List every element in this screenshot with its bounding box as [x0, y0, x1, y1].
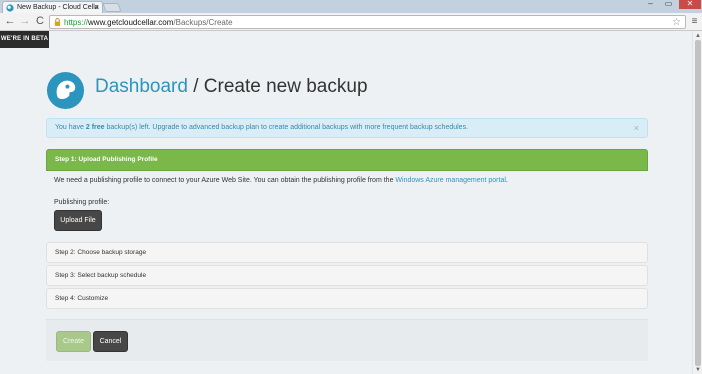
window-close-button[interactable]: ✕: [679, 0, 701, 9]
back-arrow-icon[interactable]: ←: [3, 14, 17, 29]
url-scheme: https://: [64, 18, 89, 27]
alert-free-count: 2 free: [85, 124, 105, 131]
step-2-header[interactable]: Step 2: Choose backup storage: [46, 242, 648, 263]
step-1-description: We need a publishing profile to connect …: [54, 177, 508, 184]
url-host: www.getcloudcellar.com: [88, 18, 174, 27]
cloudcellar-logo-icon: [46, 71, 85, 110]
breadcrumb-separator: /: [187, 76, 204, 97]
azure-portal-link[interactable]: Windows Azure management portal: [395, 177, 506, 184]
browser-menu-icon[interactable]: ≡: [689, 15, 700, 29]
window-maximize-button[interactable]: ▭: [661, 0, 676, 9]
cancel-button[interactable]: Cancel: [93, 331, 128, 352]
alert-text-suffix: backup(s) left. Upgrade to advanced back…: [104, 124, 469, 131]
page-title-text: Create new backup: [203, 76, 368, 97]
browser-tab[interactable]: New Backup - Cloud Cella ×: [2, 1, 103, 13]
page-content: WE'RE IN BETA Dashboard / Create new bac…: [0, 31, 692, 374]
scrollbar-thumb[interactable]: [695, 40, 701, 366]
step-1-description-text: We need a publishing profile to connect …: [54, 177, 396, 184]
reload-icon[interactable]: C: [33, 14, 47, 29]
new-tab-button[interactable]: [102, 3, 122, 12]
vertical-scrollbar[interactable]: ▲ ▼: [692, 31, 702, 374]
forward-arrow-icon[interactable]: →: [18, 14, 32, 29]
step-3-header[interactable]: Step 3: Select backup schedule: [46, 265, 648, 286]
window-minimize-button[interactable]: –: [643, 0, 658, 9]
form-actions: Create Cancel: [46, 319, 648, 361]
browser-toolbar: ← → C https://www.getcloudcellar.com/Bac…: [0, 13, 702, 31]
beta-banner: WE'RE IN BETA: [0, 31, 49, 48]
step-4-header[interactable]: Step 4: Customize: [46, 288, 648, 309]
scroll-down-arrow-icon[interactable]: ▼: [695, 367, 701, 373]
lock-icon: [54, 18, 61, 26]
url-path: /Backups/Create: [173, 18, 233, 27]
browser-tab-title: New Backup - Cloud Cella: [17, 4, 99, 11]
breadcrumb-dashboard-link[interactable]: Dashboard: [95, 76, 188, 97]
cloudcellar-favicon-icon: [6, 4, 14, 12]
address-url: https://www.getcloudcellar.com/Backups/C…: [64, 16, 233, 29]
browser-tab-strip: New Backup - Cloud Cella × – ▭ ✕: [0, 0, 702, 13]
alert-text-prefix: You have: [55, 124, 86, 131]
create-button[interactable]: Create: [56, 331, 91, 352]
step-1-header[interactable]: Step 1: Upload Publishing Profile: [46, 149, 648, 171]
scroll-up-arrow-icon[interactable]: ▲: [695, 33, 701, 39]
tab-close-icon[interactable]: ×: [94, 2, 99, 13]
upload-file-button[interactable]: Upload File: [54, 210, 102, 231]
alert-close-icon[interactable]: ×: [634, 119, 639, 137]
publishing-profile-label: Publishing profile:: [54, 199, 110, 206]
bookmark-star-icon[interactable]: ☆: [672, 16, 681, 29]
free-backups-alert: You have 2 free backup(s) left. Upgrade …: [46, 118, 648, 138]
step-1-body: We need a publishing profile to connect …: [46, 171, 648, 237]
step-1-description-end: .: [505, 177, 508, 184]
page-title: Dashboard / Create new backup: [95, 75, 368, 99]
address-bar[interactable]: https://www.getcloudcellar.com/Backups/C…: [49, 15, 686, 29]
